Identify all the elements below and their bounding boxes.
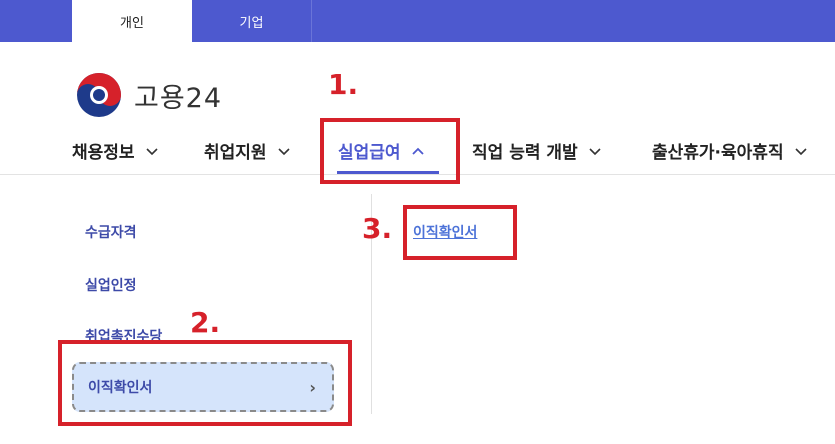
annotation-box-3 [403, 205, 517, 260]
annotation-number-1: 1. [328, 68, 359, 101]
annotation-box-2 [58, 340, 352, 426]
chevron-down-icon [277, 147, 290, 155]
annotation-number-3: 3. [362, 212, 393, 245]
tab-personal[interactable]: 개인 [72, 0, 192, 42]
nav-label: 취업지원 [204, 143, 267, 163]
submenu-item-label: 수급자격 [85, 225, 137, 241]
nav-item-job-support[interactable]: 취업지원 [204, 138, 291, 163]
nav-item-vocational-training[interactable]: 직업 능력 개발 [472, 138, 602, 163]
top-tab-bar: 개인 기업 [0, 0, 835, 42]
tab-business-label: 기업 [239, 15, 264, 31]
site-logo[interactable]: 고용24 [74, 70, 222, 120]
chevron-down-icon [795, 147, 807, 155]
logo-text: 고용24 [134, 82, 223, 114]
nav-label: 직업 능력 개발 [472, 143, 578, 163]
tab-business[interactable]: 기업 [192, 0, 312, 42]
nav-label: 채용정보 [72, 143, 135, 163]
taeguk-logo-icon [77, 73, 121, 117]
tab-personal-label: 개인 [120, 15, 144, 31]
submenu-item-eligibility[interactable]: 수급자격 [85, 222, 137, 242]
chevron-down-icon [145, 147, 158, 155]
nav-item-recruit[interactable]: 채용정보 [72, 138, 159, 163]
submenu-item-label: 실업인정 [85, 278, 137, 294]
submenu-item-unemployment-recognition[interactable]: 실업인정 [85, 275, 137, 295]
nav-item-parental-leave[interactable]: 출산휴가·육아휴직 [652, 138, 808, 163]
nav-label: 출산휴가·육아휴직 [652, 143, 784, 163]
annotation-box-1 [320, 118, 460, 184]
chevron-down-icon [589, 147, 601, 155]
annotation-number-2: 2. [190, 306, 221, 339]
